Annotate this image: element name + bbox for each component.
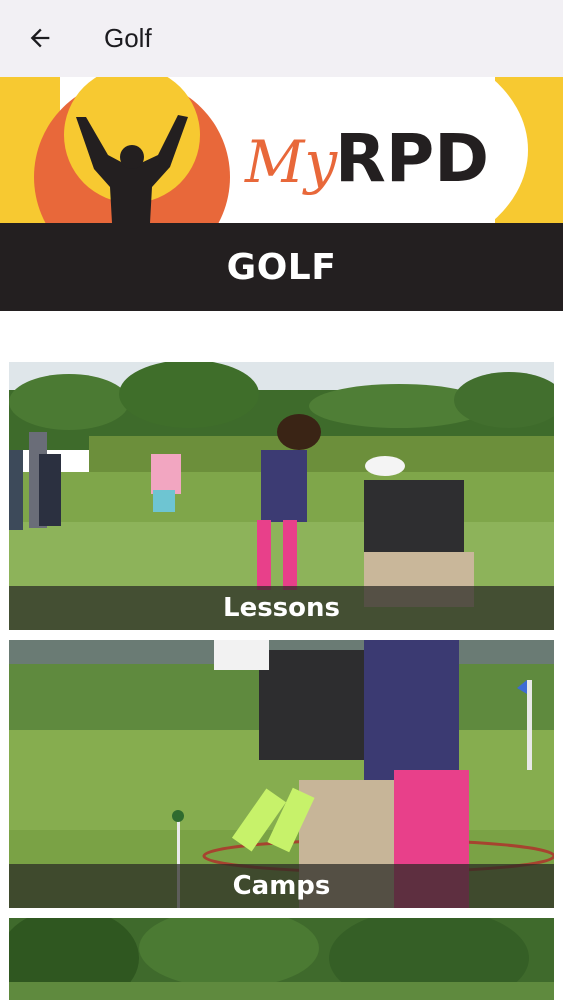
course-photo: [9, 918, 554, 1000]
arrow-left-icon: [30, 28, 50, 48]
myrpd-banner: My RPD: [0, 77, 563, 223]
card-label-camps: Camps: [9, 864, 554, 908]
card-label-lessons: Lessons: [9, 586, 554, 630]
page-title: Golf: [104, 23, 152, 53]
banner-title: GOLF: [0, 223, 563, 311]
back-button[interactable]: [22, 22, 58, 54]
lessons-card[interactable]: Lessons: [9, 362, 554, 630]
camps-card[interactable]: Camps: [9, 640, 554, 908]
app-bar: Golf: [0, 0, 563, 77]
svg-text:My: My: [244, 128, 338, 196]
svg-text:RPD: RPD: [335, 120, 489, 197]
course-card[interactable]: [9, 918, 554, 1000]
myrpd-logo: My RPD: [0, 77, 563, 223]
